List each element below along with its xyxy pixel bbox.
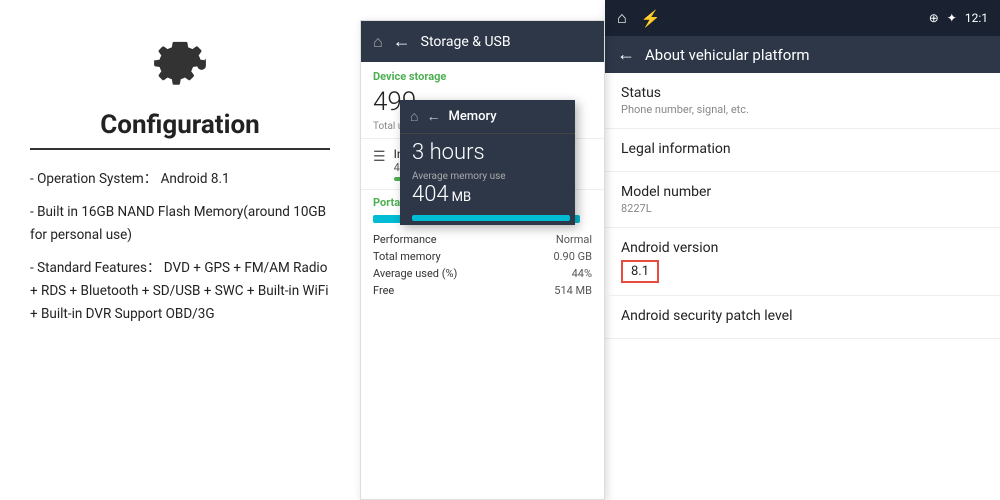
perf-row-0: Performance Normal (373, 231, 592, 248)
spec-features: - Standard Features： DVD + GPS + FM/AM R… (30, 257, 330, 326)
about-status-label: Status (621, 85, 984, 101)
about-back-arrow[interactable]: ← (617, 44, 635, 65)
about-nav-bar: ← About vehicular platform (605, 36, 1000, 73)
avg-mem-val: 404 MB (400, 182, 575, 211)
config-title: Configuration (30, 110, 330, 150)
top-usb-icon: ⚡ (641, 9, 661, 28)
storage-header: ⌂ ← Storage & USB (361, 21, 604, 62)
avg-mem-label: Average memory use (400, 167, 575, 182)
memory-bar (412, 215, 570, 221)
list-icon: ☰ (373, 149, 386, 165)
spec-list: - Operation System： Android 8.1 - Built … (30, 168, 330, 336)
about-status-sub: Phone number, signal, etc. (621, 103, 984, 116)
memory-overlay: ⌂ ← Memory 3 hours Average memory use 40… (400, 100, 575, 225)
about-item-legal[interactable]: Legal information (605, 129, 1000, 172)
perf-label-3: Free (373, 284, 394, 297)
spec-memory: - Built in 16GB NAND Flash Memory(around… (30, 201, 330, 247)
left-panel: Configuration - Operation System： Androi… (0, 0, 360, 500)
pin-icon: ⊕ (929, 11, 939, 25)
memory-home-icon: ⌂ (410, 108, 418, 125)
spec-os: - Operation System： Android 8.1 (30, 168, 330, 191)
storage-header-title: Storage & USB (421, 34, 511, 50)
about-model-label: Model number (621, 184, 984, 200)
avg-mem-unit: MB (452, 190, 471, 205)
perf-label-0: Performance (373, 233, 437, 246)
memory-back-arrow[interactable]: ← (426, 108, 440, 125)
memory-title: Memory (448, 109, 496, 124)
perf-label-1: Total memory (373, 250, 441, 263)
perf-val-0: Normal (556, 233, 592, 246)
about-item-model[interactable]: Model number 8227L (605, 172, 1000, 228)
about-item-security[interactable]: Android security patch level (605, 296, 1000, 339)
perf-label-2: Average used (%) (373, 267, 457, 280)
storage-panel: ⌂ ← Storage & USB Device storage 499 MB … (360, 20, 605, 500)
home-icon: ⌂ (373, 32, 383, 52)
android-version-value: 8.1 (621, 260, 659, 283)
about-security-label: Android security patch level (621, 308, 984, 324)
perf-val-3: 514 MB (554, 284, 592, 297)
about-item-status[interactable]: Status Phone number, signal, etc. (605, 73, 1000, 129)
perf-val-1: 0.90 GB (553, 250, 592, 263)
perf-row-3: Free 514 MB (373, 282, 592, 299)
about-nav-title: About vehicular platform (645, 46, 810, 64)
back-arrow-storage[interactable]: ← (393, 31, 411, 52)
bt-icon: ✦ (947, 11, 957, 25)
top-bar-left: ⌂ ⚡ (617, 8, 661, 28)
about-panel: ⌂ ⚡ ⊕ ✦ 12:1 ← About vehicular platform … (605, 0, 1000, 500)
about-item-android-version[interactable]: Android version 8.1 (605, 228, 1000, 296)
top-home-icon: ⌂ (617, 8, 627, 28)
perf-row-2: Average used (%) 44% (373, 265, 592, 282)
top-status-bar: ⌂ ⚡ ⊕ ✦ 12:1 (605, 0, 1000, 36)
perf-table: Performance Normal Total memory 0.90 GB … (361, 227, 604, 303)
perf-val-2: 44% (572, 267, 592, 280)
about-legal-label: Legal information (621, 141, 984, 157)
gear-icon-container (30, 30, 330, 100)
avg-mem-num: 404 (412, 182, 449, 207)
android-version-label: Android version (621, 240, 984, 256)
memory-header: ⌂ ← Memory (400, 100, 575, 134)
gear-icon (145, 30, 215, 100)
device-storage-label: Device storage (361, 62, 604, 85)
top-bar-right: ⊕ ✦ 12:1 (929, 11, 988, 25)
memory-time: 3 hours (400, 134, 575, 167)
perf-row-1: Total memory 0.90 GB (373, 248, 592, 265)
about-list: Status Phone number, signal, etc. Legal … (605, 73, 1000, 500)
clock: 12:1 (965, 11, 988, 25)
about-model-sub: 8227L (621, 202, 984, 215)
